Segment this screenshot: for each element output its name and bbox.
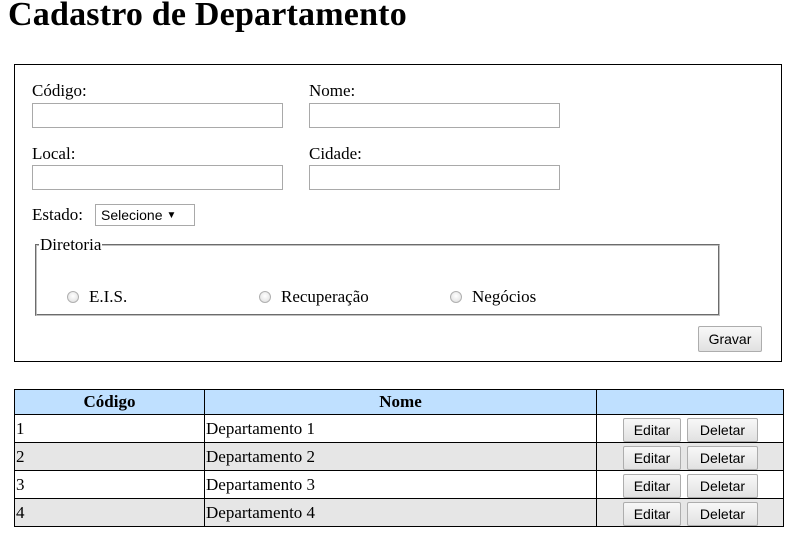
cell-nome: Departamento 4 (204, 498, 597, 527)
column-header-actions (596, 389, 784, 415)
radio-label-eis: E.I.S. (89, 287, 128, 306)
departments-table: Código Nome 1 Departamento 1 Editar Dele… (14, 389, 784, 527)
local-label: Local: (32, 144, 76, 163)
estado-selected-value: Selecione (101, 207, 163, 223)
radio-label-negocios: Negócios (472, 287, 537, 306)
cidade-input[interactable] (309, 165, 560, 190)
delete-button[interactable]: Deletar (687, 474, 758, 498)
table-row: 2 Departamento 2 Editar Deletar (14, 442, 784, 471)
column-header-nome: Nome (204, 389, 597, 415)
cell-nome: Departamento 1 (204, 414, 597, 443)
edit-button[interactable]: Editar (623, 474, 681, 498)
radio-option-eis[interactable]: E.I.S. (67, 287, 127, 307)
cell-nome: Departamento 3 (204, 470, 597, 499)
cell-actions: Editar Deletar (596, 442, 784, 471)
local-input[interactable] (32, 165, 283, 190)
radio-option-recuperacao[interactable]: Recuperação (259, 287, 369, 307)
estado-select[interactable]: Selecione ▼ (95, 204, 195, 226)
nome-input[interactable] (309, 103, 560, 128)
cell-nome: Departamento 2 (204, 442, 597, 471)
cell-actions: Editar Deletar (596, 470, 784, 499)
dropdown-arrow-icon: ▼ (166, 209, 177, 221)
cell-codigo: 1 (14, 414, 205, 443)
page-title: Cadastro de Departamento (8, 0, 407, 33)
radio-label-recuperacao: Recuperação (281, 287, 369, 306)
table-header-row: Código Nome (14, 389, 784, 415)
table-row: 4 Departamento 4 Editar Deletar (14, 498, 784, 527)
table-row: 3 Departamento 3 Editar Deletar (14, 470, 784, 499)
codigo-label: Código: (32, 81, 87, 100)
cell-actions: Editar Deletar (596, 414, 784, 443)
column-header-codigo: Código (14, 389, 205, 415)
diretoria-legend: Diretoria (40, 235, 102, 254)
radio-button-icon[interactable] (450, 291, 462, 303)
diretoria-fieldset: Diretoria E.I.S. Recuperação Negócios (35, 235, 720, 316)
radio-button-icon[interactable] (259, 291, 271, 303)
codigo-input[interactable] (32, 103, 283, 128)
delete-button[interactable]: Deletar (687, 418, 758, 442)
cell-codigo: 3 (14, 470, 205, 499)
delete-button[interactable]: Deletar (687, 446, 758, 470)
edit-button[interactable]: Editar (623, 446, 681, 470)
cell-codigo: 4 (14, 498, 205, 527)
cell-actions: Editar Deletar (596, 498, 784, 527)
table-row: 1 Departamento 1 Editar Deletar (14, 414, 784, 443)
radio-option-negocios[interactable]: Negócios (450, 287, 536, 307)
edit-button[interactable]: Editar (623, 418, 681, 442)
save-button[interactable]: Gravar (698, 326, 762, 352)
delete-button[interactable]: Deletar (687, 502, 758, 526)
department-form: Código: Nome: Local: Cidade: Estado: Sel… (14, 64, 782, 362)
radio-button-icon[interactable] (67, 291, 79, 303)
cidade-label: Cidade: (309, 144, 362, 163)
nome-label: Nome: (309, 81, 356, 100)
edit-button[interactable]: Editar (623, 502, 681, 526)
cell-codigo: 2 (14, 442, 205, 471)
estado-label: Estado: (32, 205, 83, 224)
